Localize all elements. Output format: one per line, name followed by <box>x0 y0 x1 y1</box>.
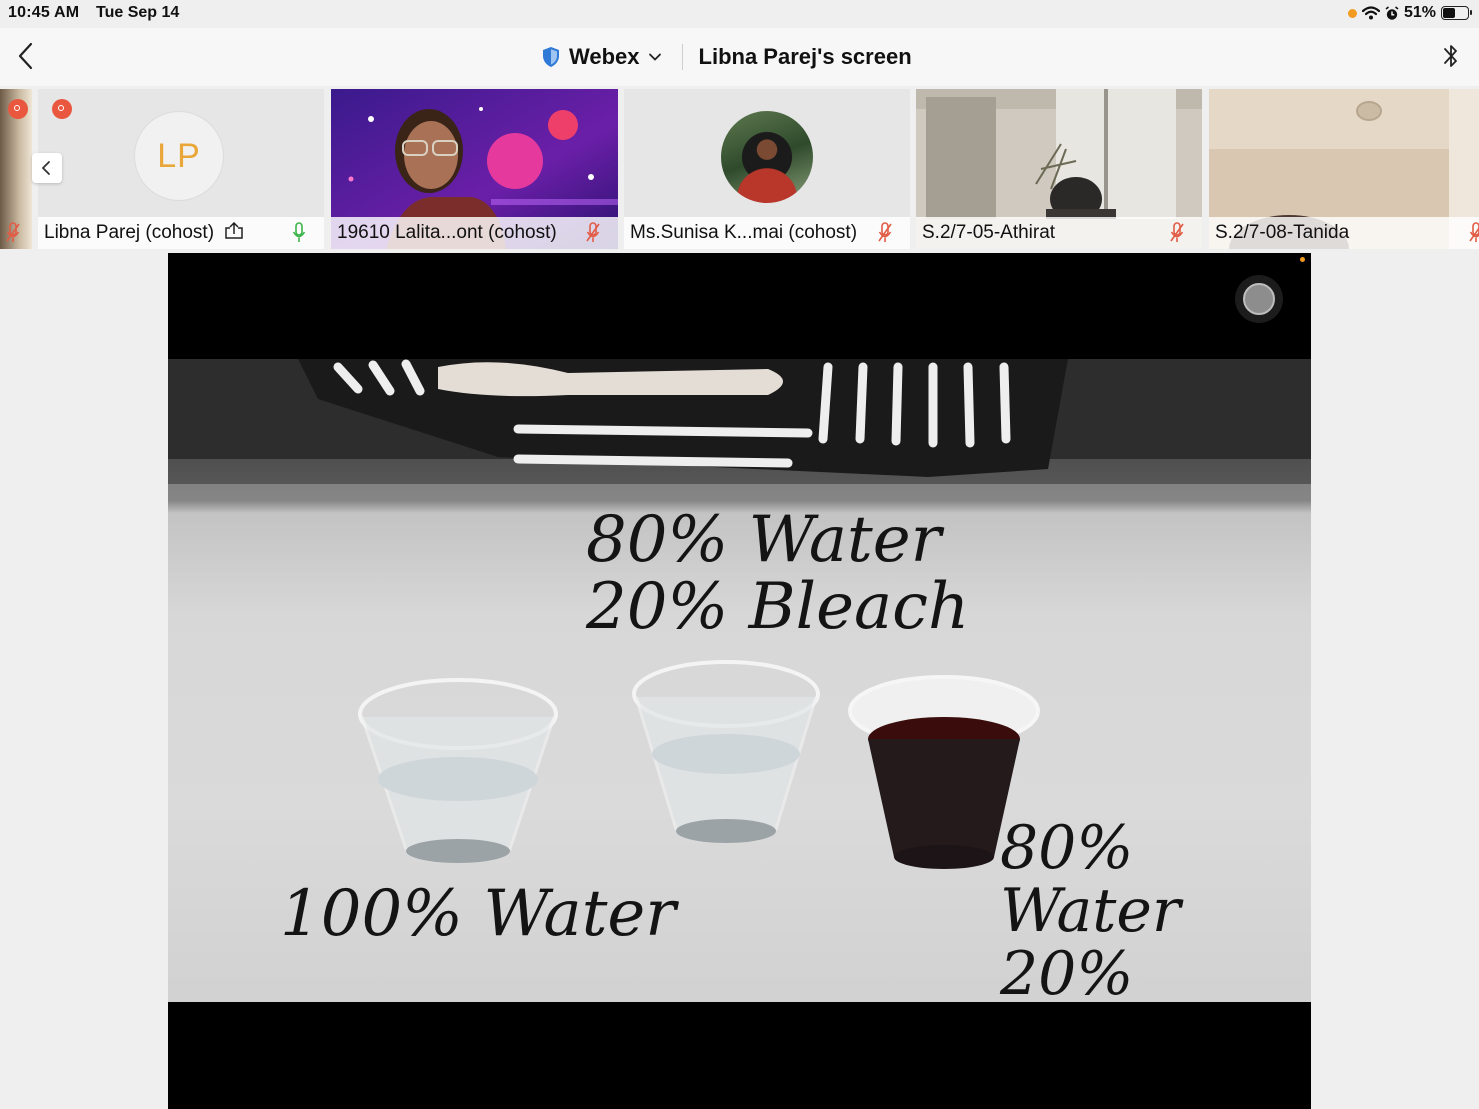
participant-tile-partial[interactable] <box>0 89 32 249</box>
participant-name-bar: 19610 Lalita...ont (cohost) <box>331 217 618 249</box>
back-button[interactable] <box>12 40 42 72</box>
caption-left: 100% Water <box>280 877 676 951</box>
participant-name-bar: Libna Parej (cohost) <box>38 217 324 249</box>
mic-on-icon <box>292 222 306 242</box>
participant-tile-tanida[interactable]: S.2/7-08-Tanida <box>1209 89 1479 249</box>
status-time: 10:45 AM <box>8 4 80 21</box>
avatar <box>721 111 813 203</box>
mic-muted-icon <box>1170 222 1184 242</box>
participant-name: S.2/7-05-Athirat <box>922 222 1056 243</box>
participant-name-bar: S.2/7-05-Athirat <box>916 217 1202 249</box>
status-indicators: 51% <box>1347 3 1472 23</box>
sharing-icon <box>225 221 244 239</box>
shared-video: 80% Water 20% Bleach 100% Water 80% Wate… <box>168 359 1311 1002</box>
participant-name-bar: Ms.Sunisa K...mai (cohost) <box>624 217 910 249</box>
meeting-header: Webex Libna Parej's screen <box>0 28 1479 86</box>
mic-muted-icon <box>6 222 20 242</box>
mic-muted-icon <box>878 222 892 242</box>
caption-right: 80% Water 20% Iodine <box>1000 813 1181 1003</box>
app-name-dropdown[interactable]: Webex <box>569 44 640 70</box>
camera-active-indicator-icon <box>1300 257 1305 262</box>
caption-top: 80% Water 20% Bleach <box>586 503 970 645</box>
participant-name: Ms.Sunisa K...mai (cohost) <box>630 222 858 243</box>
participant-tile-athirat[interactable]: S.2/7-05-Athirat <box>916 89 1202 249</box>
avatar: LP <box>134 111 224 201</box>
participant-name: S.2/7-08-Tanida <box>1215 222 1350 243</box>
mic-muted-icon <box>586 222 600 242</box>
page-title: Libna Parej's screen <box>698 44 912 69</box>
shared-screen[interactable]: 80% Water 20% Bleach 100% Water 80% Wate… <box>168 253 1311 1109</box>
mic-in-use-indicator-icon <box>1347 8 1357 18</box>
header-center: Webex Libna Parej's screen <box>541 42 912 72</box>
status-date: Tue Sep 14 <box>96 4 180 21</box>
bluetooth-icon[interactable] <box>1441 40 1461 72</box>
battery-percent: 51% <box>1403 4 1436 21</box>
alarm-icon <box>1385 5 1399 20</box>
status-bar: 10:45 AM Tue Sep 14 51% <box>0 0 1479 28</box>
mic-muted-icon <box>1469 222 1479 242</box>
header-divider <box>681 44 683 70</box>
shield-icon <box>543 47 559 67</box>
collapse-strip-button[interactable] <box>32 153 62 183</box>
participant-name: Libna Parej (cohost) <box>44 221 245 244</box>
participant-strip[interactable]: LP Libna Parej (cohost) 19610 Lalita...o… <box>0 88 1479 250</box>
participant-tile-libna[interactable]: LP Libna Parej (cohost) <box>38 89 324 249</box>
chevron-down-icon[interactable] <box>648 50 662 64</box>
participant-name-bar: S.2/7-08-Tanida <box>1209 217 1479 249</box>
participant-name: 19610 Lalita...ont (cohost) <box>337 222 557 243</box>
participant-tile-sunisa[interactable]: Ms.Sunisa K...mai (cohost) <box>624 89 910 249</box>
self-view-toggle-button[interactable] <box>1235 275 1283 323</box>
battery-icon <box>1441 6 1472 20</box>
recording-icon <box>8 99 28 119</box>
recording-icon <box>52 99 72 119</box>
participant-tile-lalita[interactable]: 19610 Lalita...ont (cohost) <box>331 89 618 249</box>
wifi-icon <box>1361 6 1380 20</box>
